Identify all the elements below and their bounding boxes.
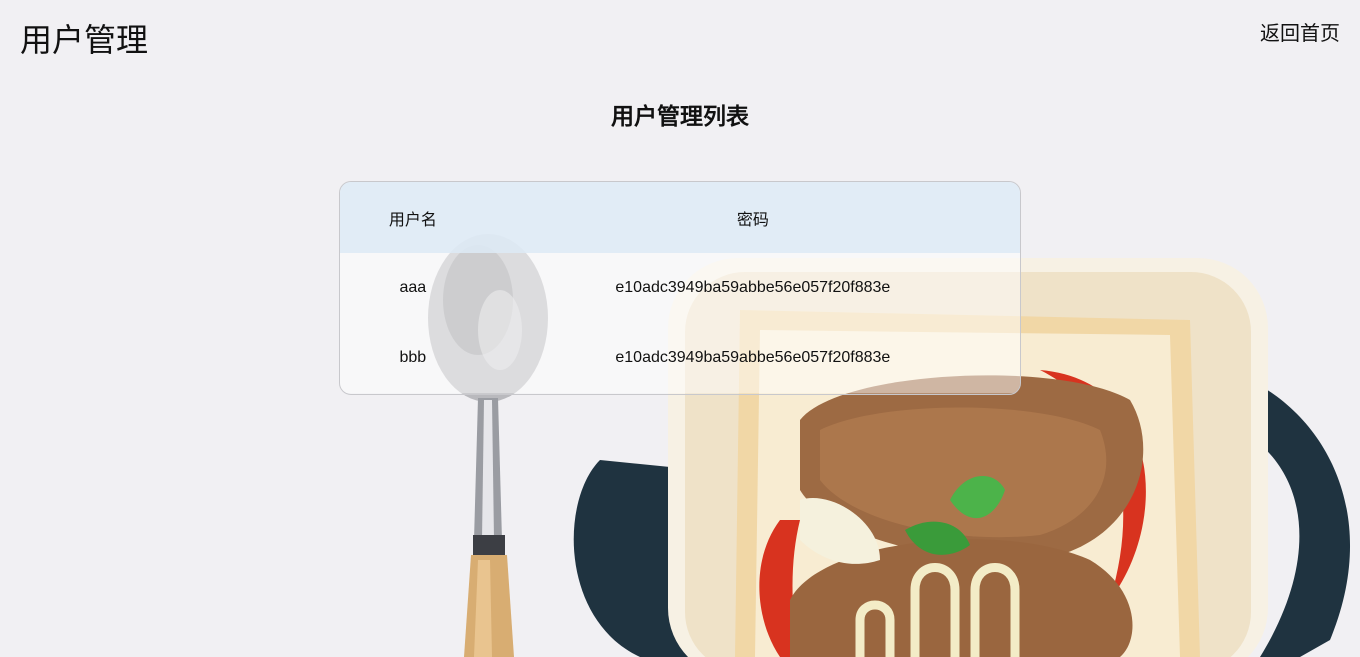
- column-header-password: 密码: [736, 211, 769, 229]
- cell-password: e10adc3949ba59abbe56e057f20f883e: [485, 253, 1020, 323]
- table-header-row: 用户名 密码 头像 操作: [340, 182, 1020, 253]
- app-title: 用户管理: [20, 22, 149, 58]
- user-table: 用户名 密码 头像 操作 aaa e10adc3949ba59abbe56e05…: [340, 182, 1020, 393]
- back-home-link[interactable]: 返回首页: [1260, 20, 1340, 48]
- table-row: aaa e10adc3949ba59abbe56e057f20f883e 暂无 …: [340, 253, 1020, 323]
- cell-username: aaa: [340, 253, 486, 323]
- table-row: bbb e10adc3949ba59abbe56e057f20f883e 暂无 …: [340, 323, 1020, 393]
- user-table-card: 用户名 密码 头像 操作 aaa e10adc3949ba59abbe56e05…: [339, 181, 1021, 395]
- column-header-username: 用户名: [388, 211, 437, 229]
- cell-password: e10adc3949ba59abbe56e057f20f883e: [485, 323, 1020, 393]
- cell-username: bbb: [340, 323, 486, 393]
- page-heading: 用户管理列表: [611, 103, 749, 129]
